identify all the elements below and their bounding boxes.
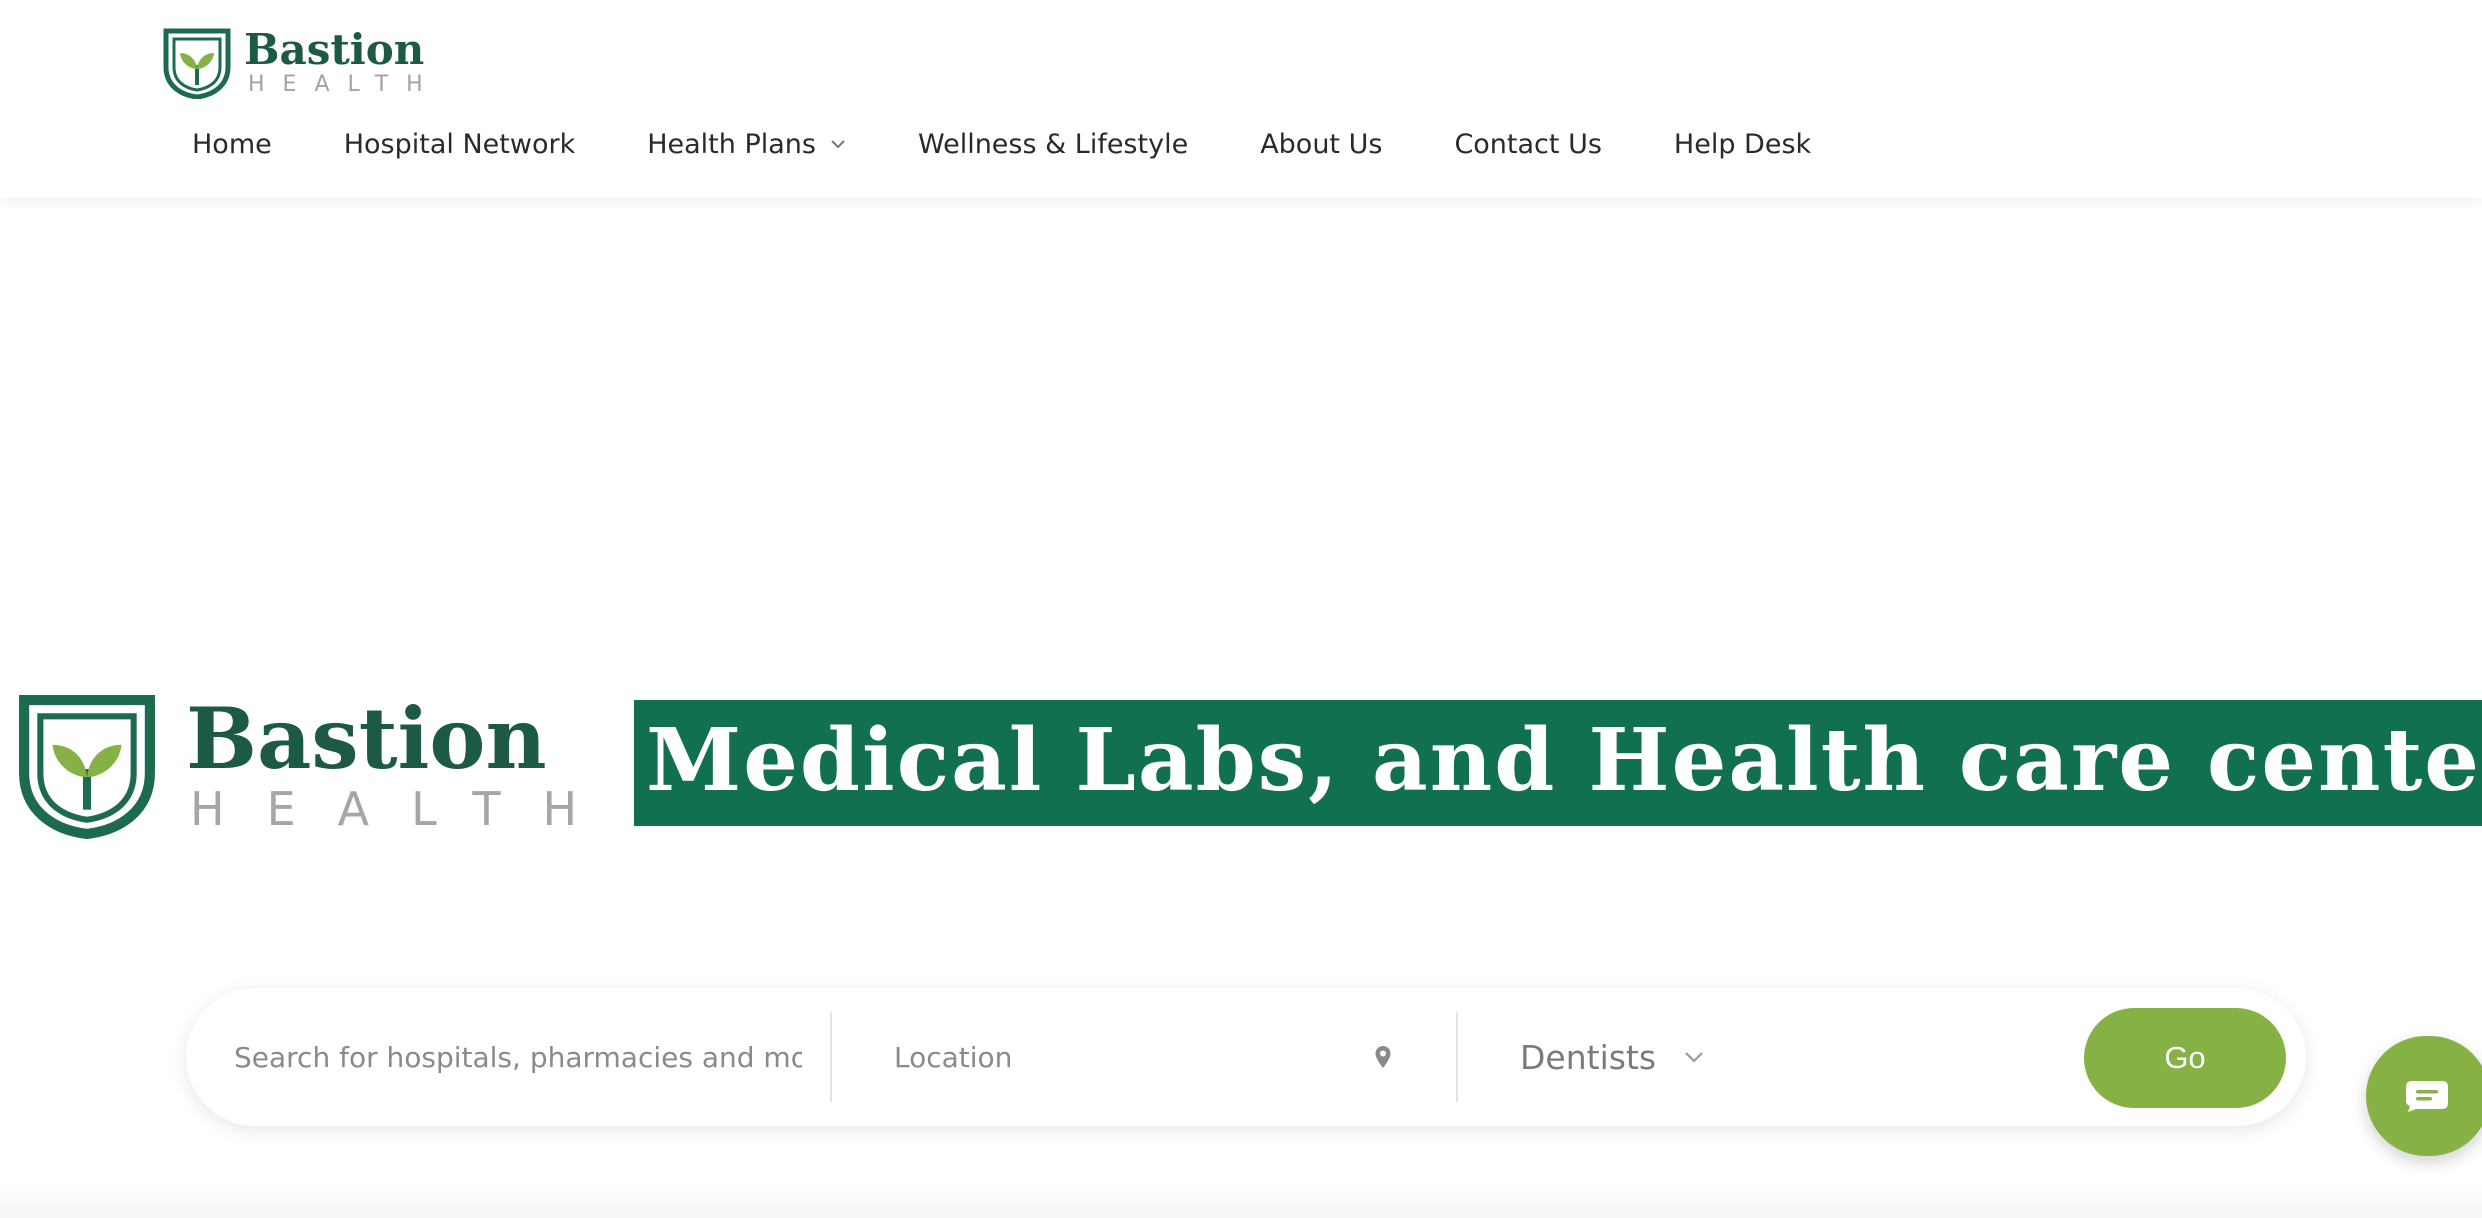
shield-leaf-logo-icon [19, 695, 155, 839]
hero-banner: Medical Labs, and Health care centers [634, 700, 2482, 826]
search-bar: Dentists Go [186, 988, 2306, 1126]
hero-brand-name: Bastion [186, 689, 547, 788]
hero-banner-text: Medical Labs, and Health care centers [646, 710, 2482, 811]
specialty-dropdown[interactable]: Dentists [1520, 988, 1800, 1126]
nav-item-label: Help Desk [1673, 128, 1812, 160]
brand-name: Bastion [244, 25, 425, 74]
nav-item-home[interactable]: Home [192, 129, 272, 160]
shield-leaf-logo-icon [163, 28, 231, 99]
nav-item-health-plans[interactable]: Health Plans [647, 129, 846, 160]
nav-item-contact-us[interactable]: Contact Us [1454, 129, 1601, 160]
location-input[interactable] [892, 1039, 1366, 1075]
go-button[interactable]: Go [2084, 1008, 2286, 1108]
search-input[interactable] [232, 1039, 804, 1075]
nav-item-label: Health Plans [647, 128, 816, 160]
brand-subtitle: HEALTH [248, 72, 441, 97]
nav-item-label: Hospital Network [343, 128, 576, 160]
divider [1456, 1012, 1458, 1102]
site-header: Bastion HEALTH Home Hospital Network Hea… [0, 0, 2482, 198]
chevron-down-icon [1685, 1052, 1703, 1063]
nav-item-label: Home [192, 128, 272, 160]
nav-item-label: Contact Us [1454, 128, 1602, 160]
map-pin-icon [1375, 1046, 1391, 1068]
section-shadow [0, 1180, 2482, 1218]
brand-logo[interactable]: Bastion HEALTH [162, 26, 441, 100]
nav-item-label: Wellness & Lifestyle [917, 128, 1189, 160]
location-field [892, 988, 1392, 1126]
nav-item-help-desk[interactable]: Help Desk [1674, 129, 1811, 160]
search-field [232, 988, 804, 1126]
nav-item-hospital-network[interactable]: Hospital Network [344, 129, 575, 160]
main-navigation: Home Hospital Network Health Plans Welln… [192, 122, 1811, 166]
hero-logo: Bastion HEALTH [16, 690, 619, 840]
specialty-selected-value: Dentists [1520, 1037, 1657, 1077]
hero-brand-subtitle: HEALTH [190, 782, 620, 836]
chat-widget-button[interactable] [2366, 1036, 2482, 1156]
nav-item-label: About Us [1260, 128, 1383, 160]
nav-item-about-us[interactable]: About Us [1260, 129, 1382, 160]
nav-item-wellness-lifestyle[interactable]: Wellness & Lifestyle [918, 129, 1188, 160]
chevron-down-icon [831, 140, 845, 149]
divider [830, 1012, 832, 1102]
chat-bubble-icon [2406, 1081, 2448, 1112]
